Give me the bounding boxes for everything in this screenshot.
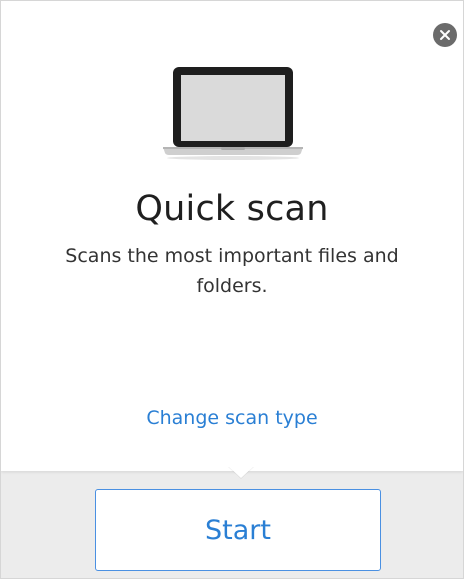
laptop-icon <box>163 67 303 160</box>
scan-description: Scans the most important files and folde… <box>65 245 399 297</box>
start-button[interactable]: Start <box>95 489 381 571</box>
scan-title: Quick scan <box>135 189 329 229</box>
change-scan-type-link[interactable]: Change scan type <box>1 407 463 429</box>
scan-type-card: Quick scan Scans the most important file… <box>1 1 463 471</box>
scan-popover: Quick scan Scans the most important file… <box>0 0 464 579</box>
close-button[interactable] <box>433 23 457 47</box>
close-icon <box>440 30 450 40</box>
card-pointer <box>228 466 254 478</box>
